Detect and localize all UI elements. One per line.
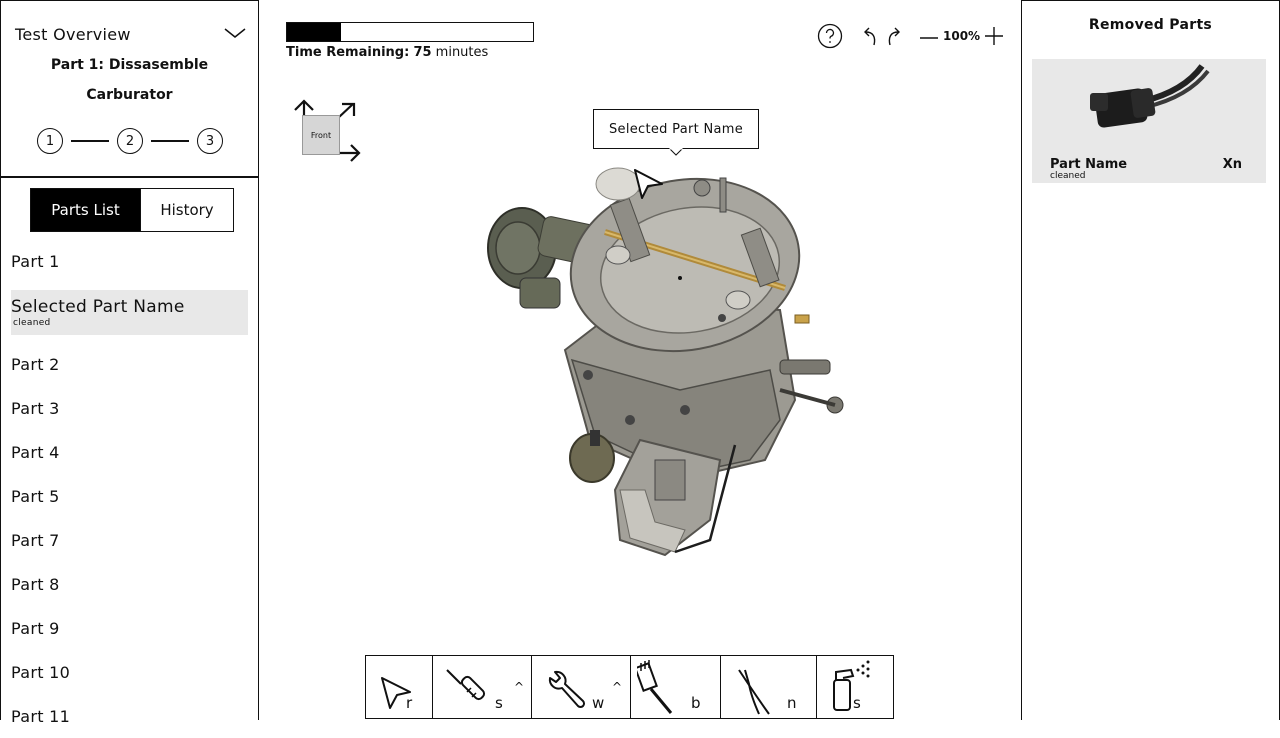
time-value: 75 <box>413 45 432 60</box>
tool-screwdriver[interactable]: s ^ <box>433 656 532 718</box>
parts-tabs: Parts List History <box>30 188 234 232</box>
list-item[interactable]: Part 1 <box>1 239 258 283</box>
wrench-icon <box>548 670 586 709</box>
tool-key: b <box>691 694 701 712</box>
front-face[interactable]: Front <box>302 115 340 155</box>
tool-key: s <box>495 694 503 712</box>
list-item[interactable]: Part 5 <box>1 474 258 518</box>
parts-list: Part 1 Selected Part Name cleaned Part 2… <box>1 239 258 738</box>
part-title-line2: Carburator <box>86 87 173 103</box>
removed-part-card[interactable]: Part Name Xn cleaned <box>1032 59 1266 183</box>
tab-parts-list[interactable]: Parts List <box>30 188 141 232</box>
zoom-in-icon[interactable] <box>984 26 1004 46</box>
part-thumbnail <box>1090 64 1210 128</box>
list-item[interactable]: Part 10 <box>1 650 258 694</box>
part-title-line1: Part 1: Dissasemble <box>50 57 209 73</box>
view-controls: 100% <box>817 22 1004 50</box>
list-item[interactable]: Part 7 <box>1 518 258 562</box>
list-item[interactable]: Part 2 <box>1 342 258 386</box>
tool-key: w <box>592 694 605 712</box>
removed-part-status: cleaned <box>1050 171 1086 181</box>
progress-fill <box>287 23 342 41</box>
removed-parts-title: Removed Parts <box>1088 17 1213 33</box>
time-progress-bar <box>286 22 534 42</box>
step-2[interactable]: 2 <box>117 128 143 154</box>
tool-wrench[interactable]: w ^ <box>532 656 631 718</box>
tool-key: r <box>406 694 413 712</box>
selected-part-status: cleaned <box>13 318 51 328</box>
tab-history[interactable]: History <box>141 188 234 232</box>
step-indicator: 1 2 3 <box>37 128 223 154</box>
removed-part-qty: Xn <box>1222 157 1242 172</box>
part-tooltip: Selected Part Name <box>593 109 759 149</box>
removed-parts-panel: Removed Parts Part Name Xn cleaned <box>1021 0 1280 720</box>
zoom-level: 100% <box>943 29 981 43</box>
time-remaining: Time Remaining: 75 minutes <box>286 45 488 60</box>
chevron-down-icon[interactable] <box>224 27 246 39</box>
undo-icon[interactable] <box>861 25 879 47</box>
tool-caret[interactable]: ^ <box>514 680 524 694</box>
left-panel: Test Overview Part 1: Dissasemble Carbur… <box>0 0 259 726</box>
test-overview: Test Overview Part 1: Dissasemble Carbur… <box>1 1 258 178</box>
list-item-selected[interactable]: Selected Part Name cleaned <box>11 290 248 335</box>
time-label: Time Remaining: <box>286 45 410 60</box>
tool-pointer[interactable]: r <box>366 656 433 718</box>
step-1[interactable]: 1 <box>37 128 63 154</box>
list-item[interactable]: Part 11 <box>1 694 258 738</box>
help-icon[interactable] <box>817 23 843 49</box>
list-item[interactable]: Part 9 <box>1 606 258 650</box>
tool-key: s <box>853 694 861 712</box>
part-title: Part 1: Dissasemble Carburator <box>1 50 258 110</box>
step-connector <box>151 140 189 142</box>
screwdriver-icon <box>446 669 486 701</box>
step-3[interactable]: 3 <box>197 128 223 154</box>
removed-part-name: Part Name <box>1050 157 1128 172</box>
list-item[interactable]: Part 4 <box>1 430 258 474</box>
tool-pliers[interactable]: n <box>721 656 817 718</box>
carburetor-model[interactable] <box>480 160 860 570</box>
time-unit: minutes <box>435 45 489 60</box>
selected-part-name: Selected Part Name <box>11 297 185 317</box>
redo-icon[interactable] <box>885 25 903 47</box>
tool-brush[interactable]: b <box>631 656 721 718</box>
brush-icon <box>637 660 673 714</box>
tool-caret[interactable]: ^ <box>612 680 622 694</box>
list-item[interactable]: Part 3 <box>1 386 258 430</box>
step-connector <box>71 140 109 142</box>
tool-key: n <box>787 694 797 712</box>
list-item[interactable]: Part 8 <box>1 562 258 606</box>
orientation-gizmo[interactable]: Front <box>292 98 364 168</box>
zoom-out-icon[interactable] <box>919 26 939 46</box>
tool-spray[interactable]: s <box>817 656 893 718</box>
tool-palette: r s ^ w ^ b n s <box>365 655 894 719</box>
pliers-icon <box>738 669 770 715</box>
tooltip-pointer <box>669 148 683 156</box>
overview-title: Test Overview <box>15 25 131 44</box>
